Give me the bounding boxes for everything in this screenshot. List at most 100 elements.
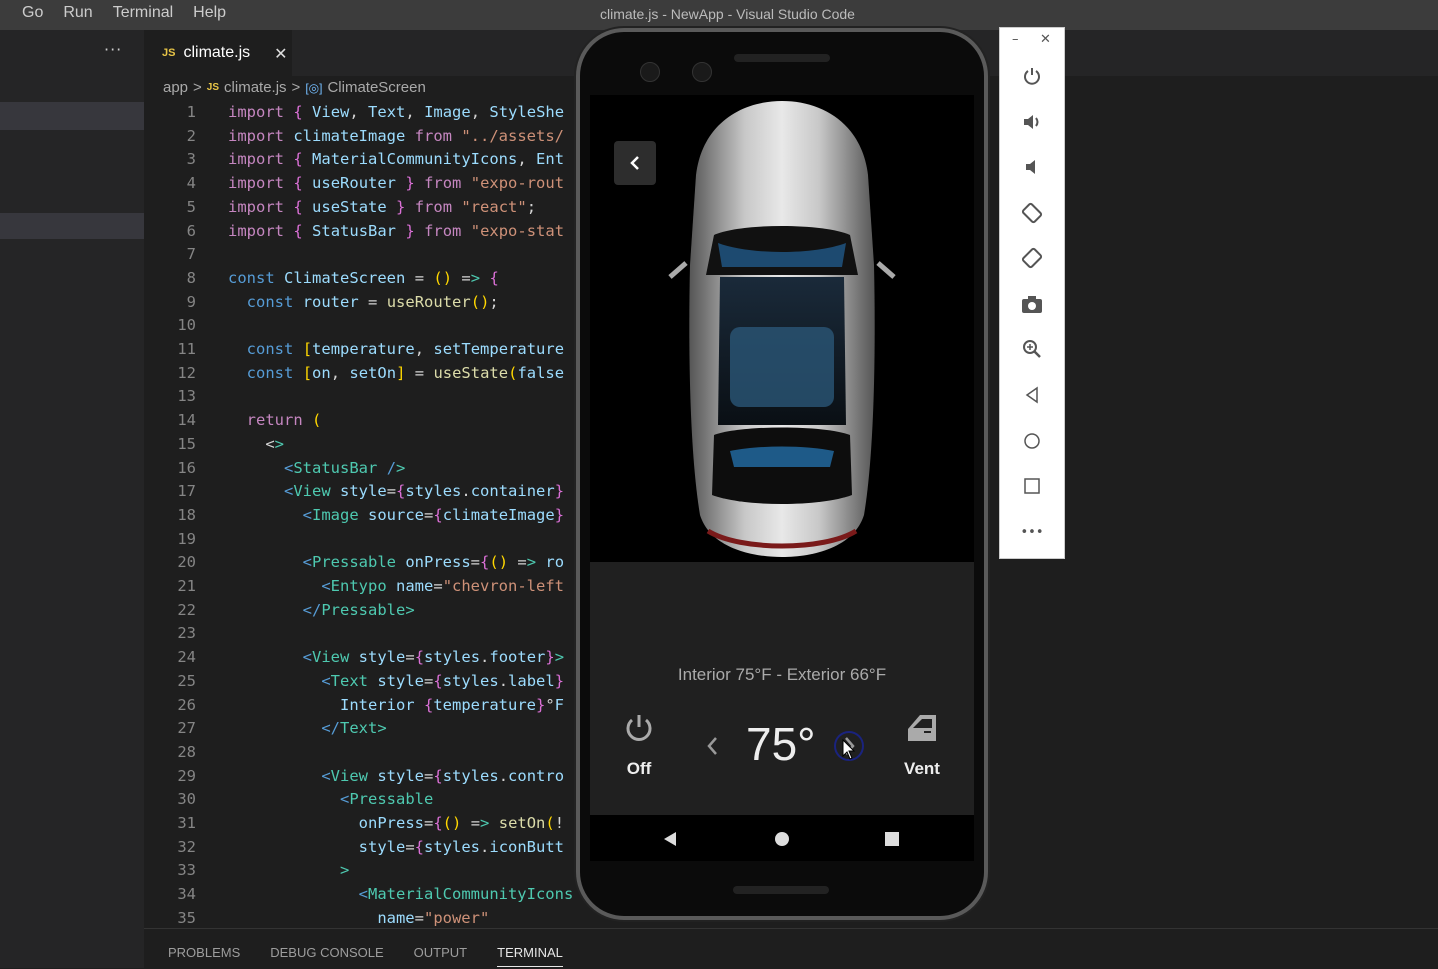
back-button[interactable] — [614, 141, 656, 185]
js-file-icon: JS — [206, 82, 220, 93]
more-icon[interactable]: ••• — [1018, 518, 1046, 546]
code-text: const router = useRouter(); — [246, 292, 499, 311]
code-line[interactable]: 27 </Text> — [144, 716, 584, 740]
line-number: 18 — [177, 505, 196, 524]
code-line[interactable]: 8 const ClimateScreen = () => { — [144, 266, 584, 290]
code-editor[interactable]: 1 import { View, Text, Image, StyleShe 2 im… — [144, 100, 584, 928]
nav-back-icon[interactable] — [662, 831, 678, 847]
code-line[interactable]: 20 <Pressable onPress={() => ro — [144, 550, 584, 574]
code-line[interactable]: 24 <View style={styles.footer}> — [144, 645, 584, 669]
tab-problems[interactable]: PROBLEMS — [168, 945, 240, 967]
code-line[interactable]: 21 <Entypo name="chevron-left — [144, 574, 584, 598]
tab-debug-console[interactable]: DEBUG CONSOLE — [270, 945, 383, 967]
line-number: 24 — [177, 648, 196, 667]
rotate-right-icon[interactable] — [1018, 244, 1046, 272]
camera-icon[interactable] — [1018, 290, 1046, 318]
nav-overview-icon[interactable] — [884, 831, 900, 847]
code-text: <Pressable onPress={() => ro — [302, 553, 565, 572]
sidebar-selected-row[interactable] — [0, 102, 144, 130]
decrease-temp-icon[interactable] — [704, 735, 720, 757]
line-number: 27 — [177, 719, 196, 738]
code-line[interactable]: 35 name="power" — [144, 906, 584, 928]
code-line[interactable]: 2 import climateImage from "../assets/ — [144, 124, 584, 148]
power-icon[interactable] — [1018, 62, 1046, 90]
code-line[interactable]: 17 <View style={styles.container} — [144, 479, 584, 503]
breadcrumb-folder[interactable]: app — [163, 79, 188, 96]
line-number: 33 — [177, 861, 196, 880]
camera-icon — [640, 62, 660, 82]
tab-output[interactable]: OUTPUT — [414, 945, 467, 967]
code-line[interactable]: 23 — [144, 621, 584, 645]
tab-climate-js[interactable]: JS climate.js ✕ — [144, 30, 292, 76]
chevron-right-icon: > — [291, 79, 301, 96]
zoom-icon[interactable] — [1018, 335, 1046, 363]
code-text: </Pressable> — [302, 600, 415, 619]
speaker-grille — [734, 54, 830, 62]
minimize-button[interactable]: – — [1012, 32, 1019, 47]
line-number: 3 — [186, 150, 196, 169]
code-line[interactable]: 7 — [144, 242, 584, 266]
tab-terminal[interactable]: TERMINAL — [497, 945, 563, 967]
code-line[interactable]: 26 Interior {temperature}°F — [144, 693, 584, 717]
code-line[interactable]: 22 </Pressable> — [144, 598, 584, 622]
line-number: 25 — [177, 671, 196, 690]
menu-run[interactable]: Run — [63, 4, 92, 22]
code-line[interactable]: 3 import { MaterialCommunityIcons, Ent — [144, 147, 584, 171]
code-text: const ClimateScreen = () => { — [228, 268, 499, 287]
vent-button[interactable]: Vent — [904, 711, 940, 779]
volume-down-icon[interactable] — [1018, 153, 1046, 181]
code-line[interactable]: 9 const router = useRouter(); — [144, 290, 584, 314]
phone-top-bezel — [590, 50, 974, 95]
home-icon[interactable] — [1018, 427, 1046, 455]
code-line[interactable]: 34 <MaterialCommunityIcons — [144, 882, 584, 906]
nav-home-icon[interactable] — [774, 831, 790, 847]
code-line[interactable]: 10 — [144, 313, 584, 337]
menu-terminal[interactable]: Terminal — [113, 4, 173, 22]
line-number: 20 — [177, 553, 196, 572]
code-line[interactable]: 33 > — [144, 858, 584, 882]
rotate-left-icon[interactable] — [1018, 199, 1046, 227]
menu-go[interactable]: Go — [22, 4, 43, 22]
more-actions-button[interactable]: ··· — [104, 40, 122, 59]
breadcrumb-file[interactable]: climate.js — [224, 79, 287, 96]
code-line[interactable]: 6 import { StatusBar } from "expo-stat — [144, 219, 584, 243]
menu-help[interactable]: Help — [193, 4, 226, 22]
code-line[interactable]: 5 import { useState } from "react"; — [144, 195, 584, 219]
line-number: 13 — [177, 387, 196, 406]
close-button[interactable]: ✕ — [1040, 32, 1051, 47]
tab-label: climate.js — [183, 44, 251, 61]
breadcrumb-symbol[interactable]: ClimateScreen — [327, 79, 425, 96]
code-line[interactable]: 18 <Image source={climateImage} — [144, 503, 584, 527]
code-line[interactable]: 30 <Pressable — [144, 787, 584, 811]
code-line[interactable]: 29 <View style={styles.contro — [144, 764, 584, 788]
code-line[interactable]: 31 onPress={() => setOn(! — [144, 811, 584, 835]
sidebar-hover-row[interactable] — [0, 213, 144, 239]
code-line[interactable]: 1 import { View, Text, Image, StyleShe — [144, 100, 584, 124]
power-button[interactable]: Off — [622, 711, 656, 779]
code-text: import { useState } from "react"; — [228, 197, 537, 216]
code-text: onPress={() => setOn(! — [358, 814, 565, 832]
line-number: 34 — [177, 885, 196, 904]
code-text: name="power" — [377, 908, 490, 927]
code-line[interactable]: 14 return ( — [144, 408, 584, 432]
code-line[interactable]: 11 const [temperature, setTemperature — [144, 337, 584, 361]
code-line[interactable]: 12 const [on, setOn] = useState(false — [144, 361, 584, 385]
code-line[interactable]: 28 — [144, 740, 584, 764]
code-line[interactable]: 32 style={styles.iconButt — [144, 835, 584, 859]
code-line[interactable]: 13 — [144, 384, 584, 408]
code-line[interactable]: 16 <StatusBar /> — [144, 456, 584, 480]
line-number: 30 — [177, 790, 196, 809]
line-number: 16 — [177, 458, 196, 477]
code-text: <StatusBar /> — [284, 458, 406, 477]
code-line[interactable]: 25 <Text style={styles.label} — [144, 669, 584, 693]
close-icon[interactable]: ✕ — [274, 44, 287, 63]
code-line[interactable]: 15 <> — [144, 432, 584, 456]
code-text: <MaterialCommunityIcons — [358, 885, 574, 904]
code-text: Interior {temperature}°F — [339, 695, 565, 714]
volume-up-icon[interactable] — [1018, 108, 1046, 136]
code-text: import { StatusBar } from "expo-stat — [228, 221, 565, 240]
code-line[interactable]: 19 — [144, 527, 584, 551]
back-icon[interactable] — [1018, 381, 1046, 409]
overview-icon[interactable] — [1018, 472, 1046, 500]
code-line[interactable]: 4 import { useRouter } from "expo-rout — [144, 171, 584, 195]
